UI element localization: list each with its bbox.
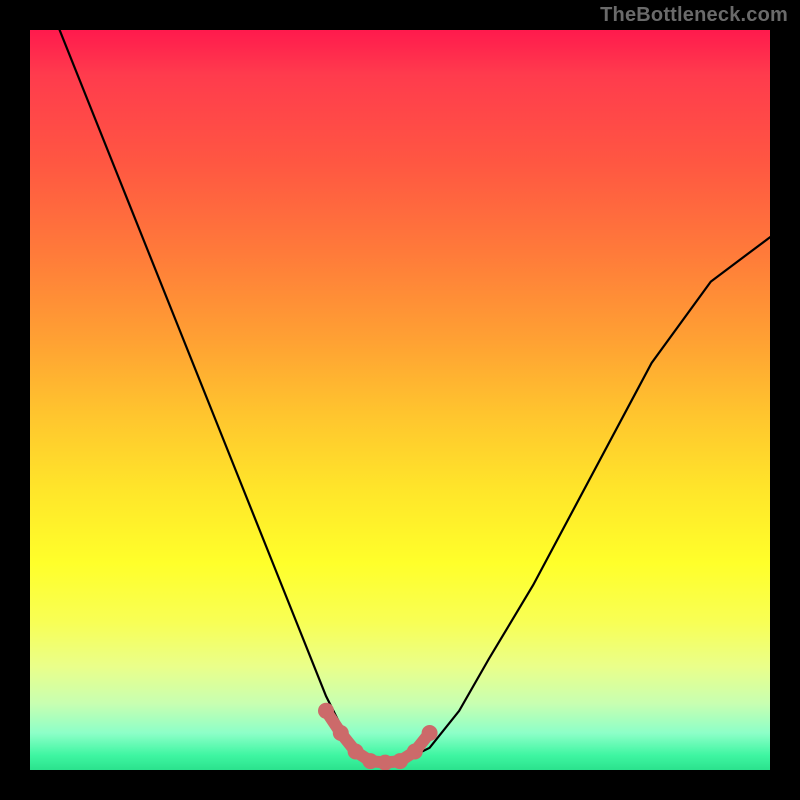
- trough-dot: [392, 753, 408, 769]
- bottleneck-curve: [30, 30, 770, 763]
- watermark-text: TheBottleneck.com: [600, 4, 788, 27]
- plot-area: [30, 30, 770, 770]
- trough-dot: [377, 755, 393, 770]
- trough-dot: [333, 725, 349, 741]
- trough-dot: [362, 753, 378, 769]
- chart-frame: TheBottleneck.com: [0, 0, 800, 800]
- curve-layer: [30, 30, 770, 770]
- trough-dot: [348, 744, 364, 760]
- trough-dot: [318, 703, 334, 719]
- trough-dot: [407, 744, 423, 760]
- trough-dot: [422, 725, 438, 741]
